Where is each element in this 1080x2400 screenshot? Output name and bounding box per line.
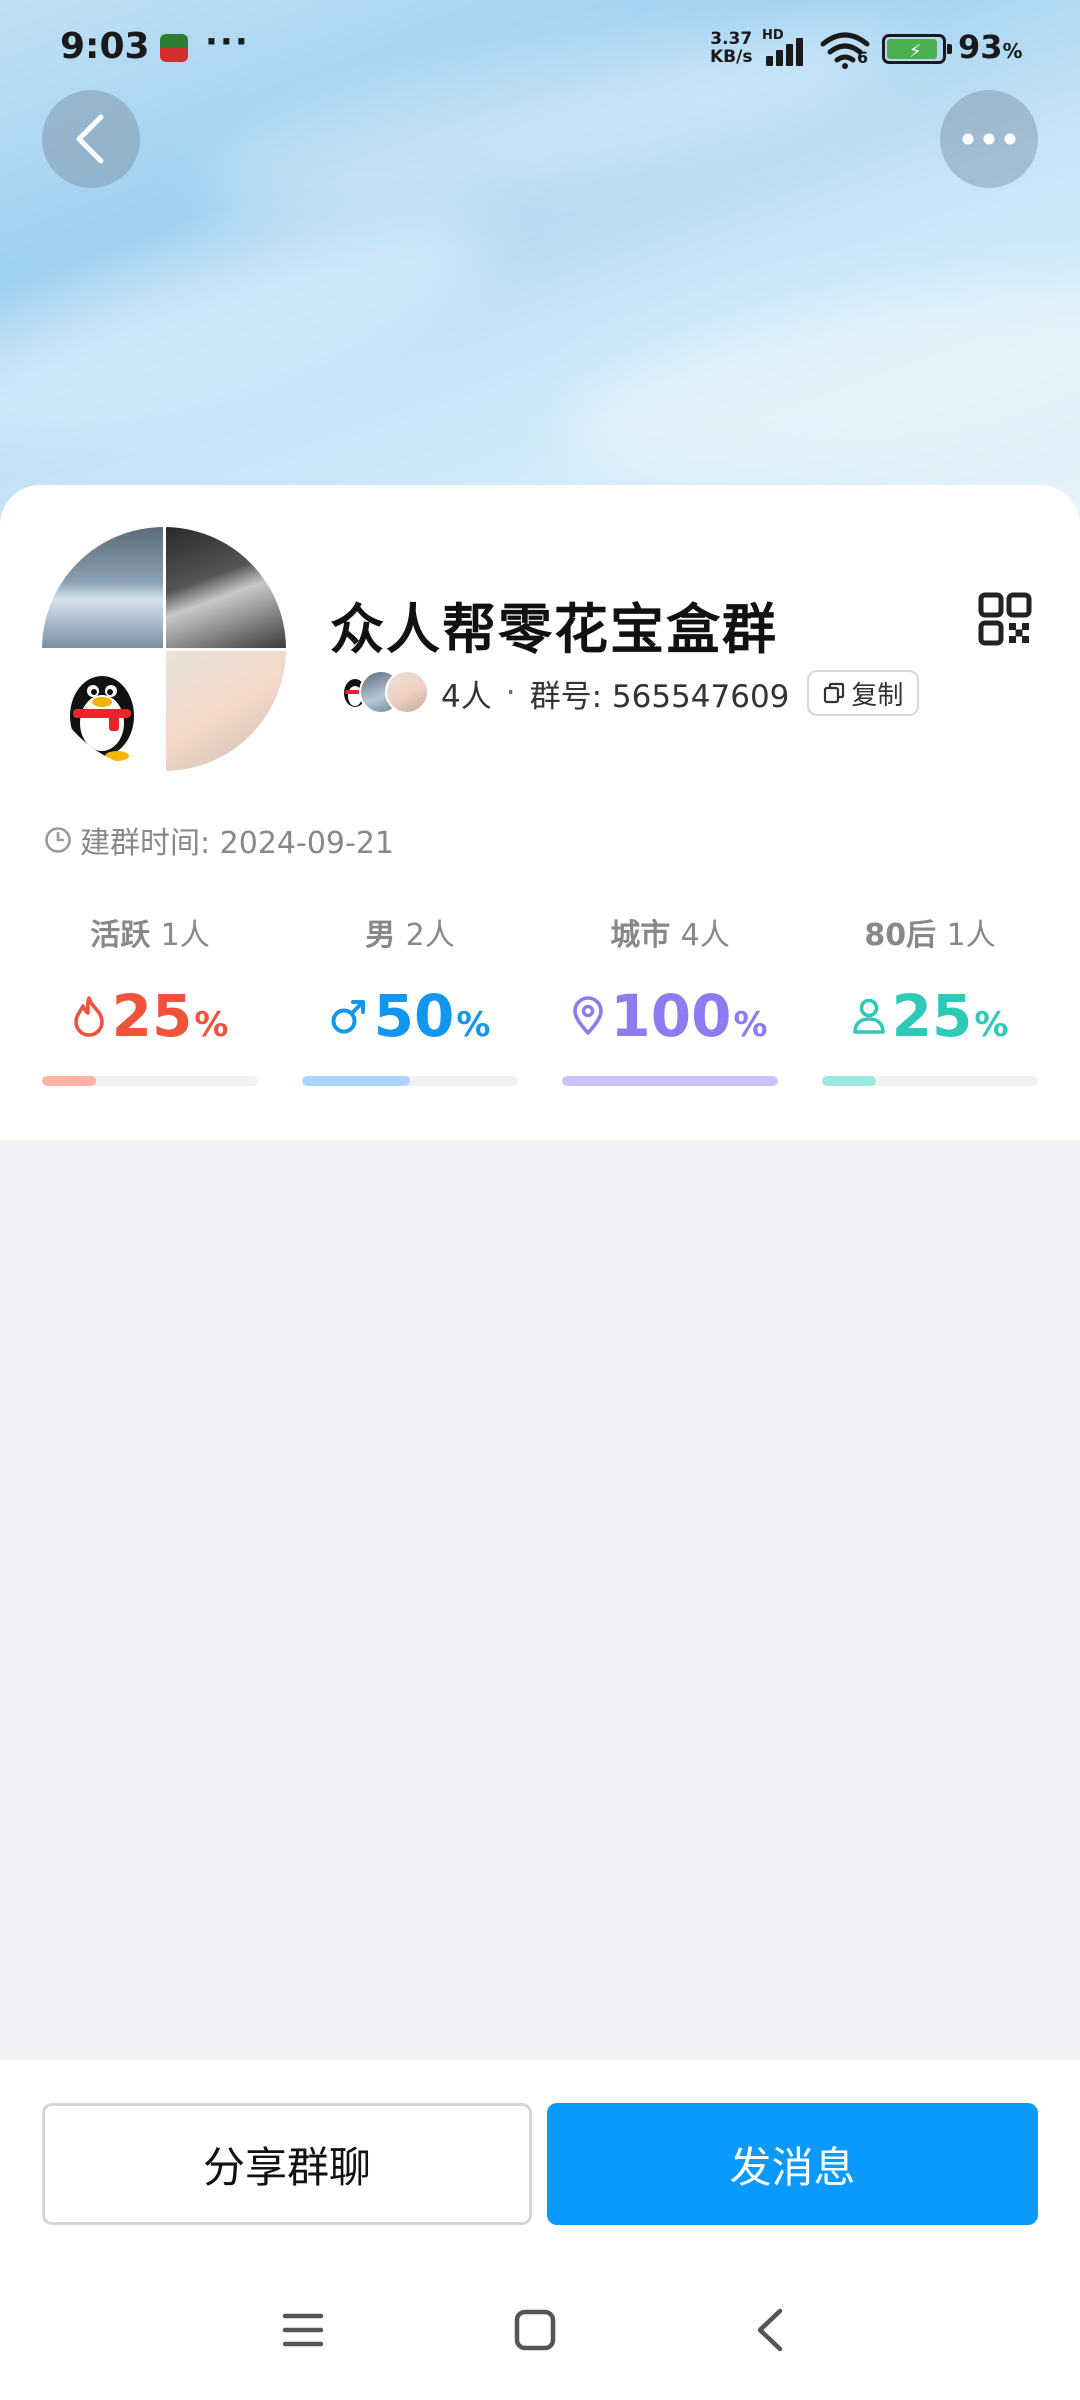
stat-value: 100%	[562, 982, 778, 1050]
member-avatar-3	[385, 670, 429, 714]
status-bar: 9:03 ··· 3.37 KB/s HD 6 ⚡ 93%	[0, 0, 1080, 100]
group-number: 群号: 565547609	[529, 678, 790, 715]
menu-icon	[282, 2313, 324, 2347]
more-notifications-indicator: ···	[205, 22, 250, 62]
male-icon	[330, 996, 368, 1036]
home-square-icon	[514, 2309, 556, 2351]
stat-label: 80后 1人	[864, 918, 996, 953]
status-time: 9:03	[60, 26, 150, 67]
stat-label: 男 2人	[365, 918, 455, 953]
stat-city[interactable]: 城市 4人 100%	[562, 910, 778, 1086]
stat-value: 50%	[302, 982, 518, 1050]
more-options-button[interactable]	[940, 90, 1038, 188]
stat-value: 25%	[42, 982, 258, 1050]
network-speed-value: 3.37	[710, 29, 753, 49]
back-triangle-icon	[757, 2308, 783, 2352]
stat-value: 25%	[822, 982, 1038, 1050]
copy-group-number-button[interactable]: 复制	[807, 670, 920, 716]
created-date: 建群时间: 2024-09-21	[80, 826, 394, 861]
stat-male[interactable]: 男 2人 50%	[302, 910, 518, 1086]
hd-label: HD	[762, 28, 784, 43]
nav-menu-button[interactable]	[273, 2300, 333, 2360]
group-meta-row: 4人 · 群号: 565547609 复制	[333, 668, 920, 718]
created-date-row: 建群时间: 2024-09-21	[44, 818, 394, 862]
battery-icon: ⚡	[882, 34, 952, 64]
battery-percent: 93%	[958, 28, 1023, 66]
copy-icon	[824, 682, 845, 704]
qr-code-icon[interactable]	[978, 592, 1032, 646]
member-count: 4人	[441, 678, 492, 715]
nav-home-button[interactable]	[505, 2300, 565, 2360]
cellular-signal-icon: HD	[762, 28, 810, 66]
stat-progress-bar	[562, 1076, 778, 1086]
share-group-button[interactable]: 分享群聊	[42, 2103, 532, 2225]
location-pin-icon	[572, 996, 604, 1036]
chevron-left-icon	[76, 114, 104, 164]
stat-progress-bar	[42, 1076, 258, 1086]
nav-back-button[interactable]	[740, 2300, 800, 2360]
stat-post80s[interactable]: 80后 1人 25%	[822, 910, 1038, 1086]
copy-label: 复制	[851, 680, 904, 711]
network-speed-unit: KB/s	[710, 47, 753, 67]
person-icon	[852, 997, 886, 1035]
group-avatar[interactable]	[42, 527, 286, 771]
clock-icon	[45, 827, 71, 853]
app-notification-icon	[160, 34, 188, 62]
stat-active[interactable]: 活跃 1人 25%	[42, 910, 258, 1086]
flame-icon	[72, 995, 106, 1037]
stat-label: 活跃 1人	[90, 918, 210, 953]
network-speed: 3.37 KB/s	[710, 30, 752, 66]
meta-separator: ·	[505, 675, 516, 711]
stat-progress-bar	[302, 1076, 518, 1086]
group-name: 众人帮零花宝盒群	[330, 598, 778, 661]
back-button[interactable]	[42, 90, 140, 188]
stat-progress-bar	[822, 1076, 1038, 1086]
stat-label: 城市 4人	[610, 918, 730, 953]
member-avatars[interactable]	[333, 670, 433, 716]
more-horizontal-icon	[962, 133, 1016, 145]
send-message-button[interactable]: 发消息	[547, 2103, 1038, 2225]
wifi-badge: 6	[857, 48, 869, 67]
